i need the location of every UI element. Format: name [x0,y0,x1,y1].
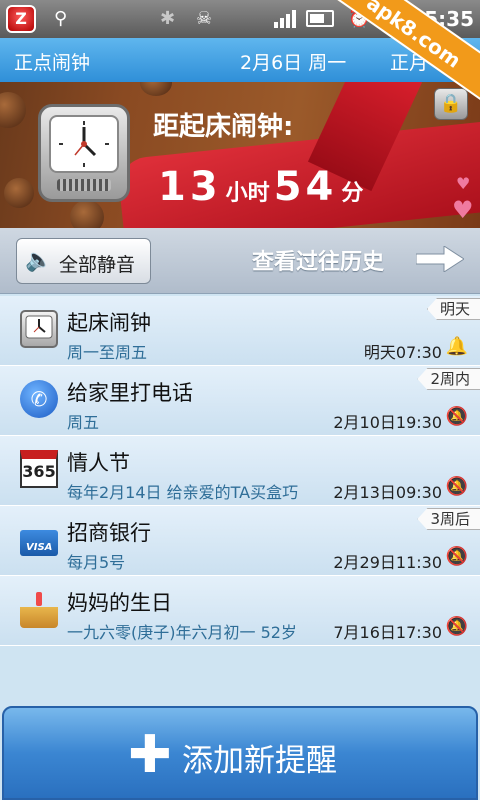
bell-muted-icon: 🔕 [445,546,468,567]
alarm-clock-icon [20,310,58,348]
clock-speaker-grill [57,179,111,191]
reminder-title: 妈妈的生日 [67,591,172,615]
clock-face [49,115,119,173]
countdown-value: 13 小时 54 分 [158,164,367,210]
mute-all-label: 全部静音 [59,254,136,276]
minutes-unit: 分 [341,181,364,206]
reminder-time: 2月10日19:30 [333,413,442,432]
app-title: 正点闹钟 [14,52,91,74]
view-history-link[interactable]: 查看过往历史 [252,244,384,276]
header-date: 2月6日 周一 [240,52,347,74]
action-bar: 🔈 全部静音 查看过往历史 [0,228,480,294]
chocolate-decoration [140,82,172,96]
countdown-hours: 13 [158,164,222,210]
reminder-tag: 2周内 [417,368,480,390]
credit-card-icon: VISA [20,530,58,556]
reminder-title: 情人节 [67,451,130,475]
add-reminder-label: 添加新提醒 [182,743,337,779]
countdown-label: 距起床闹钟: [153,112,294,142]
reminder-repeat: 周一至周五 [67,343,148,362]
signal-icon [274,10,296,28]
reminder-tag: 明天 [426,298,480,320]
bell-muted-icon: 🔕 [445,616,468,637]
reminder-time: 明天07:30 [363,343,442,362]
hours-unit: 小时 [225,181,270,206]
reminder-repeat: 一九六零(庚子)年六月初一 52岁 [67,623,297,642]
usb-icon: ⚲ [54,8,68,29]
countdown-banner[interactable]: ♥ ♥ ♥ 距起床闹钟: 13小时54分 🔒 [0,82,480,228]
bell-muted-icon: 🔕 [445,406,468,427]
heart-decoration: ♥ [456,174,471,193]
reminder-title: 招商银行 [67,521,151,545]
chocolate-decoration [4,178,34,208]
birthday-cake-icon [20,590,58,628]
chocolate-decoration [0,92,26,128]
mute-speaker-icon: 🔈 [25,248,53,273]
bluetooth-icon: ✱ [160,8,176,29]
calendar-365-icon: 365 [20,450,58,488]
reminder-tag: 3周后 [417,508,480,530]
battery-icon [306,10,334,27]
reminder-row[interactable]: 起床闹钟 周一至周五 明天 明天07:30 🔔 [0,296,480,366]
reminder-time: 7月16日17:30 [333,623,442,642]
countdown-minutes: 54 [273,164,338,210]
plus-icon: ✚ [128,725,172,785]
reminder-title: 给家里打电话 [67,381,193,405]
reminder-title: 起床闹钟 [67,311,151,335]
add-reminder-button[interactable]: ✚ 添加新提醒 [2,706,478,800]
reminder-row[interactable]: 妈妈的生日 一九六零(庚子)年六月初一 52岁 7月16日17:30 🔕 [0,576,480,646]
reminder-time: 2月29日11:30 [333,553,442,572]
reminder-repeat: 每月5号 [67,553,126,572]
mute-all-button[interactable]: 🔈 全部静音 [16,238,151,284]
reminder-row[interactable]: 365 情人节 每年2月14日 给亲爱的TA买盒巧 2月13日09:30 🔕 [0,436,480,506]
reminder-time: 2月13日09:30 [333,483,442,502]
heart-decoration: ♥ [452,196,474,224]
reminder-repeat: 每年2月14日 给亲爱的TA买盒巧 [67,483,299,502]
reminder-list: 起床闹钟 周一至周五 明天 明天07:30 🔔 ✆ 给家里打电话 周五 2周内 … [0,296,480,646]
alarm-clock-icon [38,104,130,202]
bell-muted-icon: 🔕 [445,476,468,497]
app-notification-icon: Z [6,5,36,33]
phone-icon: ✆ [20,380,58,418]
reminder-row[interactable]: ✆ 给家里打电话 周五 2周内 2月10日19:30 🔕 [0,366,480,436]
reminder-row[interactable]: VISA 招商银行 每月5号 3周后 2月29日11:30 🔕 [0,506,480,576]
lock-icon[interactable]: 🔒 [434,88,468,120]
arrow-right-icon[interactable] [416,246,464,272]
chocolate-decoration [70,200,104,228]
reminder-repeat: 周五 [67,413,100,432]
bell-icon: 🔔 [445,336,468,357]
skull-icon: ☠ [196,8,213,29]
